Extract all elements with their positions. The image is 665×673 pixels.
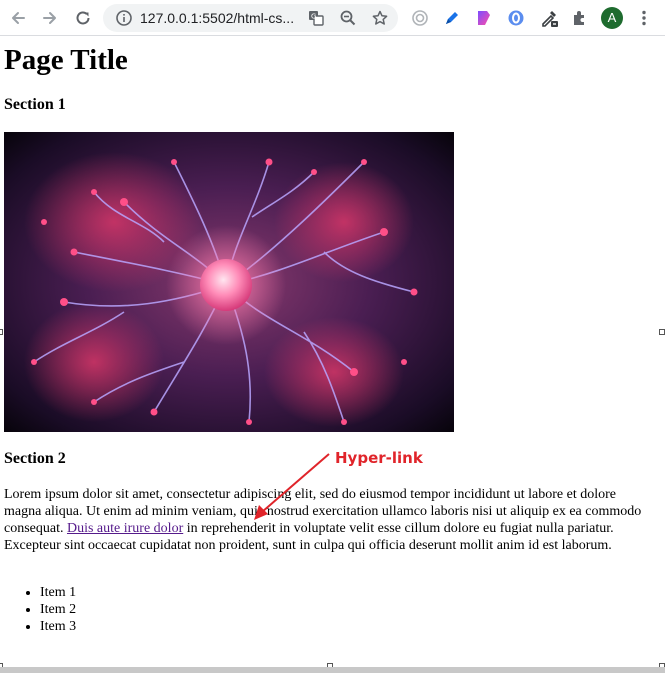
resize-handle[interactable] — [659, 329, 665, 335]
avatar-letter: A — [607, 10, 617, 25]
page-title: Page Title — [4, 44, 128, 76]
extension-gradient-icon[interactable] — [472, 6, 496, 30]
list-item: Item 2 — [40, 601, 76, 618]
resize-handle[interactable] — [0, 329, 3, 335]
list-item: Item 1 — [40, 584, 76, 601]
extension-o-icon[interactable] — [504, 6, 528, 30]
extension-pen-icon[interactable] — [440, 6, 464, 30]
kebab-menu-icon[interactable] — [632, 6, 656, 30]
eyedropper-icon[interactable] — [537, 6, 561, 30]
svg-text:G: G — [311, 13, 316, 21]
plasma-ball-graphic — [4, 132, 454, 432]
profile-avatar[interactable]: A — [601, 7, 623, 29]
forward-arrow-icon[interactable] — [38, 6, 62, 30]
section-2-heading: Section 2 — [4, 450, 66, 467]
info-icon[interactable] — [115, 9, 133, 27]
reload-icon[interactable] — [71, 6, 95, 30]
browser-toolbar: 127.0.0.1:5502/html-cs... G A — [0, 0, 665, 36]
back-arrow-icon[interactable] — [6, 6, 30, 30]
section-1-heading: Section 1 — [4, 96, 66, 113]
zoom-out-icon[interactable] — [338, 8, 358, 28]
window-bottom-border — [0, 667, 665, 673]
plasma-ball-image — [4, 132, 454, 432]
address-bar[interactable]: 127.0.0.1:5502/html-cs... G — [103, 4, 398, 32]
extension-target-icon[interactable] — [408, 6, 432, 30]
page-content: Page Title Section 1 Section 2 Lorem ips… — [0, 37, 665, 667]
url-text[interactable]: 127.0.0.1:5502/html-cs... — [140, 4, 298, 32]
puzzle-extensions-icon[interactable] — [568, 6, 592, 30]
item-list: Item 1 Item 2 Item 3 — [4, 584, 76, 635]
lorem-paragraph: Lorem ipsum dolor sit amet, consectetur … — [4, 486, 644, 554]
hyperlink[interactable]: Duis aute irure dolor — [67, 521, 183, 536]
bookmark-star-icon[interactable] — [370, 8, 390, 28]
translate-icon[interactable]: G — [306, 8, 326, 28]
hyperlink-annotation-label: Hyper-link — [335, 449, 423, 467]
list-item: Item 3 — [40, 618, 76, 635]
